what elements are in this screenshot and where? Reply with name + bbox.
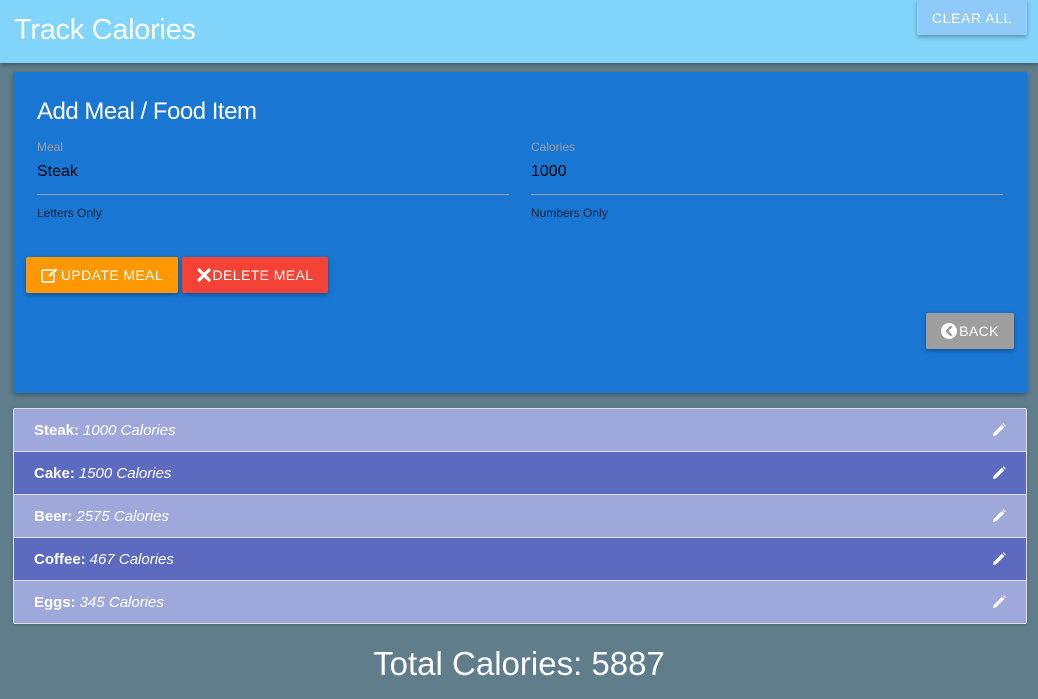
meal-name: Eggs:: [34, 593, 76, 611]
meal-input-underline: [37, 194, 509, 195]
meal-list-item[interactable]: Eggs: 345 Calories: [14, 581, 1026, 623]
meal-calories: 467 Calories: [89, 550, 174, 568]
meal-field-label: Meal: [37, 140, 64, 154]
card-title: Add Meal / Food Item: [37, 98, 257, 125]
calories-field-label: Calories: [531, 140, 576, 154]
brand-logo[interactable]: Track Calories: [14, 14, 196, 47]
meal-name: Coffee:: [34, 550, 86, 568]
calories-input-underline: [531, 194, 1003, 195]
delete-meal-button[interactable]: DELETE MEAL: [182, 257, 328, 293]
edit-icon: [41, 267, 59, 283]
navbar: Track Calories CLEAR ALL: [0, 0, 1038, 63]
meal-name: Beer:: [34, 507, 73, 525]
chevron-left-circle-icon: [941, 323, 958, 339]
pencil-icon[interactable]: [992, 552, 1006, 566]
meal-name: Steak:: [34, 421, 80, 439]
meal-calories: 1500 Calories: [78, 464, 172, 482]
back-label: BACK: [959, 323, 999, 339]
calories-helper-text: Numbers Only: [531, 206, 608, 220]
meal-form-card: Add Meal / Food Item Meal Steak Letters …: [13, 72, 1027, 393]
update-meal-button[interactable]: UPDATE MEAL: [26, 257, 178, 293]
meal-list-item[interactable]: Cake: 1500 Calories: [14, 452, 1026, 495]
calories-input[interactable]: 1000: [531, 163, 567, 181]
clear-all-button[interactable]: CLEAR ALL: [917, 0, 1027, 35]
meal-helper-text: Letters Only: [37, 206, 102, 220]
back-button[interactable]: BACK: [926, 313, 1014, 349]
meal-list-item[interactable]: Beer: 2575 Calories: [14, 495, 1026, 538]
total-calories: Total Calories: 5887: [0, 645, 1038, 683]
meal-name: Cake:: [34, 464, 75, 482]
total-calories-value: 5887: [591, 645, 665, 682]
total-calories-label: Total Calories:: [373, 645, 583, 682]
pencil-icon[interactable]: [992, 423, 1006, 437]
delete-meal-label: DELETE MEAL: [212, 267, 314, 283]
meal-input[interactable]: Steak: [37, 163, 78, 181]
pencil-icon[interactable]: [992, 466, 1006, 480]
meal-list: Steak: 1000 Calories Cake: 1500 Calories…: [13, 408, 1027, 624]
meal-calories: 1000 Calories: [83, 421, 176, 439]
pencil-icon[interactable]: [992, 509, 1006, 523]
update-meal-label: UPDATE MEAL: [60, 267, 164, 283]
close-icon: [196, 268, 211, 282]
meal-calories: 345 Calories: [79, 593, 164, 611]
meal-list-item[interactable]: Coffee: 467 Calories: [14, 538, 1026, 581]
pencil-icon[interactable]: [992, 595, 1006, 609]
meal-calories: 2575 Calories: [76, 507, 169, 525]
meal-list-item[interactable]: Steak: 1000 Calories: [14, 409, 1026, 452]
